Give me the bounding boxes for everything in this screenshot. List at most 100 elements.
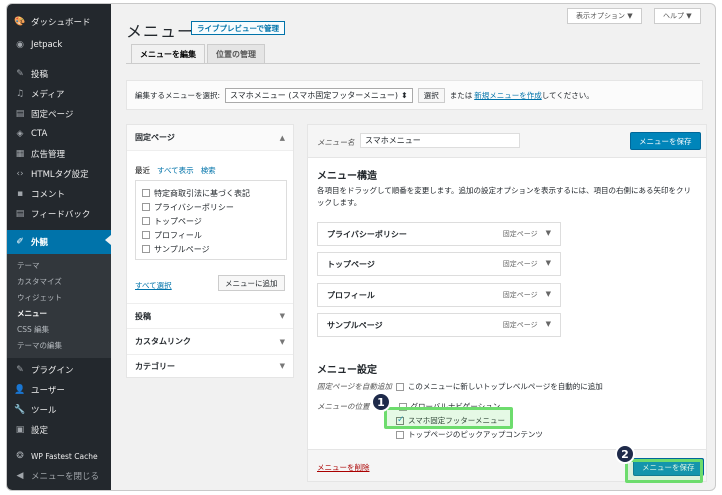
location-checkbox-pickup[interactable] [396,430,404,439]
admin-sidebar: 🎨 ダッシュボード ◉ Jetpack ✎ 投稿 ♫ メディア ▤ 固定ページ ◈ CTA … [7,4,111,490]
submenu-themes[interactable]: テーマ [17,260,40,271]
sidebar-item-media[interactable]: ♫ メディア [7,84,111,104]
select-menu-label: 編集するメニューを選択: [135,90,221,100]
list-item[interactable]: サンプルページ [142,242,280,256]
list-item[interactable]: 特定商取引法に基づく表記 [142,186,280,200]
chevron-down-icon[interactable]: ▼ [546,290,551,300]
collapse-icon: ◀ [16,471,24,481]
submenu-customize[interactable]: カスタマイズ [17,276,62,287]
user-icon: 👤 [14,385,26,395]
chevron-down-icon[interactable]: ▼ [546,320,551,330]
pin-icon: ✎ [16,69,24,79]
jetpack-icon: ◉ [16,40,24,50]
tab-manage-locations[interactable]: 位置の管理 [207,44,265,64]
chevron-down-icon: ▼ [279,312,285,320]
checkbox[interactable] [142,231,150,239]
subtab-search[interactable]: 検索 [201,165,216,176]
menu-select-bar: 編集するメニューを選択: スマホメニュー (スマホ固定フッターメニュー) ⬍ 選択… [126,80,703,110]
plugin-icon: ✎ [16,365,24,375]
wrench-icon: 🔧 [14,405,26,415]
checkbox[interactable] [142,245,150,253]
screen-options-button[interactable]: 表示オプション ▼ [567,8,642,24]
auto-add-row: 固定ページを自動追加 このメニューに新しいトップレベルページを自動的に追加 [317,381,603,392]
accordion-pages[interactable]: 固定ページ ▲ [127,125,293,151]
sidebar-item-jetpack[interactable]: ◉ Jetpack [7,35,111,55]
menu-select-dropdown[interactable]: スマホメニュー (スマホ固定フッターメニュー) ⬍ [225,87,413,103]
menu-header: メニュー名 スマホメニュー メニューを保存 [308,125,706,158]
page-icon: ▤ [15,109,25,119]
menu-name-input[interactable]: スマホメニュー [360,133,520,148]
sidebar-item-comments[interactable]: ▪ コメント [7,184,111,204]
location-row-pickup: トップページのピックアップコンテンツ [396,429,543,440]
checkbox[interactable] [142,217,150,225]
create-menu-link-wrap: 新規メニューを作成してください。 [474,90,594,100]
sidebar-item-cta[interactable]: ◈ CTA [7,124,111,144]
main-content: 表示オプション ▼ ヘルプ ▼ メニュー ライブプレビューで管理 メニューを編集… [111,4,715,490]
list-item[interactable]: プロフィール [142,228,280,242]
step-marker-2: 2 [615,444,635,464]
create-new-menu-link[interactable]: 新規メニューを作成 [474,91,542,100]
chevron-up-icon: ▲ [279,133,285,142]
menu-settings-heading: メニュー設定 [317,365,377,376]
tab-edit-menus[interactable]: メニューを編集 [131,44,205,64]
sidebar-item-pages[interactable]: ▤ 固定ページ [7,104,111,124]
menu-item[interactable]: プロフィール 固定ページ ▼ [317,283,561,307]
sidebar-item-wp-fastest-cache[interactable]: ❂ WP Fastest Cache [7,446,111,466]
help-button[interactable]: ヘルプ ▼ [654,8,701,24]
submenu-widgets[interactable]: ウィジェット [17,292,62,303]
or-text: または [449,90,473,100]
sidebar-item-dashboard[interactable]: 🎨 ダッシュボード [7,12,111,32]
menu-item[interactable]: トップページ 固定ページ ▼ [317,252,561,276]
save-menu-button-top[interactable]: メニューを保存 [630,132,701,150]
auto-add-text: このメニューに新しいトップレベルページを自動的に追加 [407,382,603,391]
submenu-theme-editor[interactable]: テーマの編集 [17,340,62,351]
sidebar-item-ads[interactable]: ▦ 広告管理 [7,144,111,164]
sidebar-item-plugins[interactable]: ✎ プラグイン [7,360,111,380]
accordion-categories[interactable]: カテゴリー ▼ [127,353,293,379]
code-icon: ‹› [16,169,24,179]
sidebar-item-settings[interactable]: ▣ 設定 [7,420,111,440]
sidebar-item-users[interactable]: 👤 ユーザー [7,380,111,400]
sidebar-item-feedback[interactable]: ▤ フィードバック [7,204,111,224]
add-to-menu-button[interactable]: メニューに追加 [218,275,285,291]
sidebar-collapse[interactable]: ◀ メニューを閉じる [7,466,111,486]
page-title: メニュー [126,22,195,41]
menu-structure-heading: メニュー構造 [317,171,377,182]
checkbox[interactable] [142,189,150,197]
menu-item[interactable]: プライバシーポリシー 固定ページ ▼ [317,222,561,246]
select-arrows-icon: ⬍ [401,90,408,100]
submenu-menus[interactable]: メニュー [17,308,47,319]
live-preview-button[interactable]: ライブプレビューで管理 [191,21,286,35]
auto-add-checkbox[interactable] [395,382,404,391]
subtab-recent[interactable]: 最近 [135,165,150,176]
sidebar-item-tools[interactable]: 🔧 ツール [7,400,111,420]
select-all-link[interactable]: すべて選択 [135,280,172,291]
step-marker-1: 1 [371,392,391,412]
subtab-view-all[interactable]: すべて表示 [157,165,194,176]
highlight-save-button [625,459,703,483]
media-icon: ♫ [15,89,25,99]
checkbox[interactable] [142,203,150,211]
chevron-down-icon[interactable]: ▼ [546,229,551,239]
brush-icon: ✐ [16,237,24,247]
cta-icon: ◈ [16,129,24,139]
accordion-custom-links[interactable]: カスタムリンク ▼ [127,329,293,355]
menu-item[interactable]: サンプルページ 固定ページ ▼ [317,313,561,337]
sidebar-item-appearance[interactable]: ✐ 外観 [7,230,111,254]
submenu-css-edit[interactable]: CSS 編集 [17,324,49,335]
delete-menu-link[interactable]: メニューを削除 [317,462,370,473]
browser-frame: 🎨 ダッシュボード ◉ Jetpack ✎ 投稿 ♫ メディア ▤ 固定ページ ◈ CTA … [6,3,716,491]
cache-icon: ❂ [16,451,24,461]
menu-structure-description: 各項目をドラッグして順番を変更します。追加の設定オプションを表示するには、項目の… [317,186,692,207]
accordion-posts[interactable]: 投稿 ▼ [127,303,293,329]
chevron-down-icon[interactable]: ▼ [546,259,551,269]
select-button[interactable]: 選択 [417,87,445,103]
sidebar-item-posts[interactable]: ✎ 投稿 [7,64,111,84]
comment-icon: ▪ [16,189,24,199]
sidebar-item-html-tags[interactable]: ‹› HTMLタグ設定 [7,164,111,184]
list-item[interactable]: プライバシーポリシー [142,200,280,214]
add-menu-items-panel: 固定ページ ▲ 最近 すべて表示 検索 特定商取引法に基づく表記 プライバシーポリ… [126,124,294,378]
settings-icon: ▣ [15,425,25,435]
list-item[interactable]: トップページ [142,214,280,228]
pages-subtabs: 最近 すべて表示 検索 [135,165,216,176]
